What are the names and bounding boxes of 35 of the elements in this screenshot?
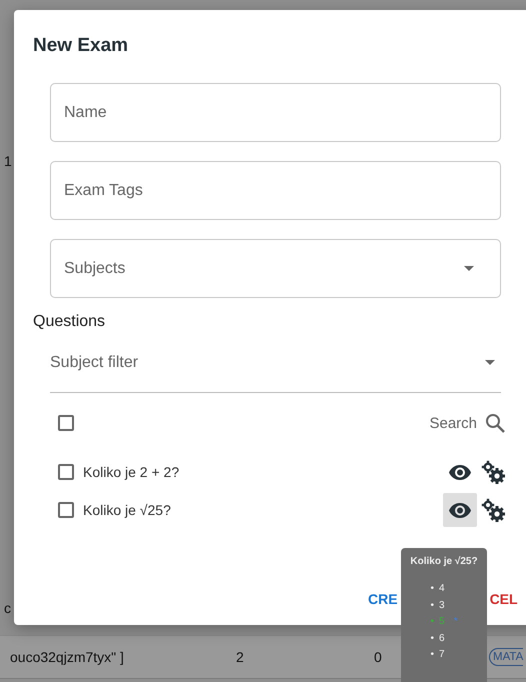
text-field[interactable]: Name	[50, 83, 501, 142]
answer-item: • 6	[430, 632, 446, 646]
search-field[interactable]: Search	[429, 414, 477, 432]
answer-item: • 5 *	[430, 614, 458, 630]
answer-item: • 3	[430, 598, 446, 612]
answer-item: • 7	[430, 648, 446, 662]
background-text: 1	[4, 153, 12, 169]
table-cell: 0	[374, 649, 382, 665]
tooltip-title: Koliko je √25?	[410, 556, 478, 567]
subject-filter-select[interactable]: Subject filter	[50, 341, 501, 393]
search-icon[interactable]	[485, 413, 505, 433]
subjects-select[interactable]: Subjects	[50, 239, 501, 298]
dropdown-caret-icon	[464, 266, 474, 271]
dialog-title: New Exam	[33, 35, 130, 57]
correct-mark: *	[454, 615, 458, 629]
section-label: Questions	[33, 313, 106, 331]
create-button[interactable]: CRE	[368, 591, 398, 607]
answer-item: • 4	[430, 582, 446, 596]
question-text: Koliko je √25?	[83, 502, 172, 518]
preview-button[interactable]	[443, 493, 477, 527]
checkbox[interactable]	[58, 415, 74, 431]
background-text: c	[4, 600, 11, 616]
checkbox[interactable]	[58, 502, 74, 518]
question-text: Koliko je 2 + 2?	[83, 464, 180, 480]
table-cell-text: ouco32qjzm7tyx" ]	[10, 649, 125, 665]
gears-icon[interactable]	[481, 460, 505, 484]
table-cell-text: 2	[236, 649, 245, 665]
checkbox[interactable]	[58, 464, 74, 480]
dropdown-caret-icon	[485, 360, 495, 365]
gears-icon[interactable]	[481, 498, 505, 522]
cancel-button[interactable]: CEL	[490, 591, 518, 607]
eye-icon	[449, 464, 471, 480]
subject-tag: MATA	[489, 648, 524, 666]
text-field[interactable]: Exam Tags	[50, 161, 501, 220]
eye-icon	[449, 502, 471, 518]
